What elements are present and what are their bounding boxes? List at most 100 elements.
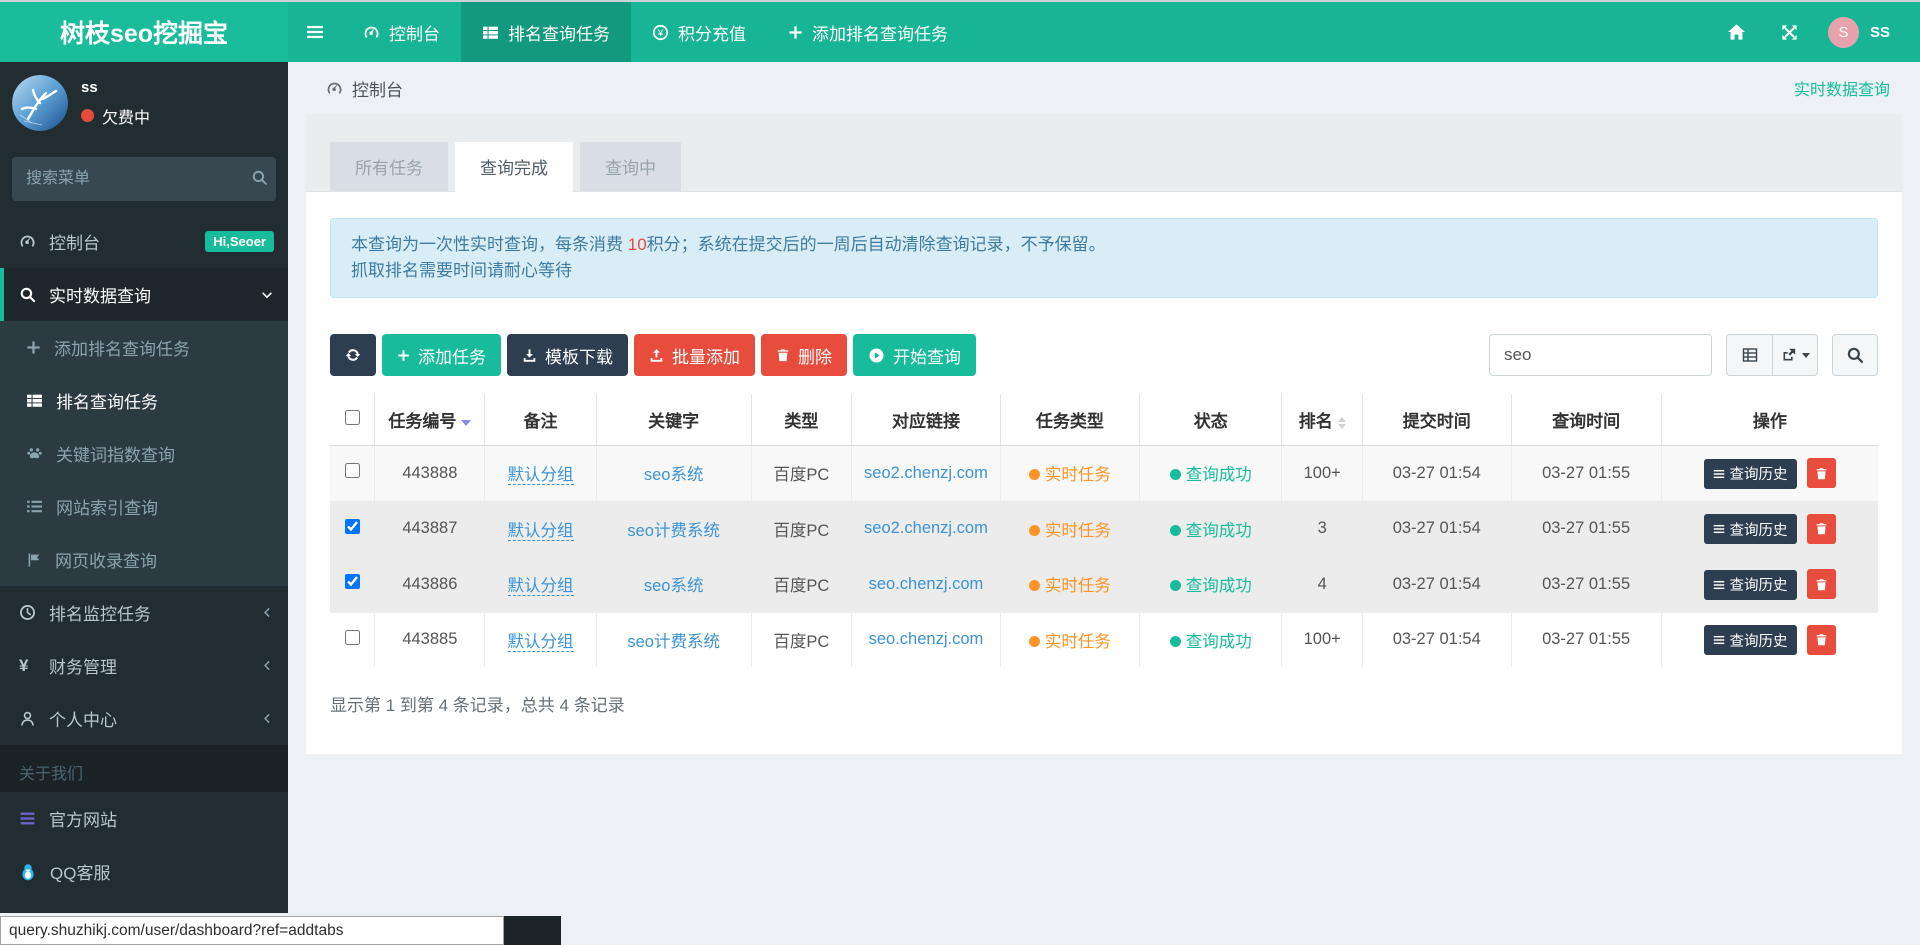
select-row-checkbox[interactable] (345, 519, 360, 534)
tab-query-finished[interactable]: 查询完成 (455, 142, 573, 192)
list-icon (19, 810, 36, 827)
sidebar-item-qq-support[interactable]: QQ客服 (0, 845, 288, 898)
column-header-submit-time[interactable]: 提交时间 (1362, 394, 1511, 446)
column-header-link[interactable]: 对应链接 (852, 394, 1001, 446)
nav-item-rank-query-tasks[interactable]: 排名查询任务 (461, 2, 631, 62)
keyword-link[interactable]: seo计费系统 (627, 633, 720, 651)
add-task-button[interactable]: 添加任务 (382, 334, 501, 376)
app-logo[interactable]: 树枝seo挖掘宝 (0, 2, 288, 62)
submit-time-cell: 03-27 01:54 (1362, 557, 1511, 613)
target-link[interactable]: seo.chenzj.com (869, 630, 984, 648)
delete-row-button[interactable] (1807, 625, 1836, 655)
table-row: 443888 默认分组 seo系统 百度PC seo2.chenzj.com 实… (330, 446, 1878, 502)
tab-all-tasks[interactable]: 所有任务 (330, 142, 448, 191)
home-icon (1727, 23, 1746, 42)
template-download-button[interactable]: 模板下载 (507, 334, 628, 376)
task-id-cell: 443887 (375, 501, 485, 557)
group-link[interactable]: 默认分组 (508, 522, 574, 541)
target-link[interactable]: seo.chenzj.com (869, 575, 984, 593)
sidebar-item-rank-query-tasks[interactable]: 排名查询任务 (0, 374, 288, 427)
pagination-summary: 显示第 1 到第 4 条记录，总共 4 条记录 (330, 691, 1878, 716)
column-header-task-type[interactable]: 任务类型 (1000, 394, 1139, 446)
menu-search-icon[interactable] (251, 169, 268, 191)
sidebar-item-add-rank-task[interactable]: 添加排名查询任务 (0, 321, 288, 374)
target-link[interactable]: seo2.chenzj.com (864, 519, 988, 537)
home-button[interactable] (1710, 2, 1763, 62)
columns-toggle-button[interactable] (1726, 334, 1772, 376)
task-id-cell: 443888 (375, 446, 485, 502)
select-row-checkbox[interactable] (345, 463, 360, 478)
export-icon (1781, 347, 1797, 363)
user-menu[interactable]: S SS (1816, 2, 1920, 62)
expand-arrows-icon (1780, 23, 1799, 42)
list-icon (1713, 523, 1725, 535)
table-icon (26, 392, 43, 409)
select-row-checkbox[interactable] (345, 630, 360, 645)
keyword-link[interactable]: seo系统 (644, 466, 704, 484)
table-search-input[interactable] (1489, 334, 1712, 376)
column-header-actions[interactable]: 操作 (1661, 394, 1878, 446)
column-header-status[interactable]: 状态 (1140, 394, 1282, 446)
status-badge: 查询成功 (1186, 577, 1252, 595)
status-dot (1170, 469, 1181, 480)
column-header-query-time[interactable]: 查询时间 (1511, 394, 1661, 446)
sidebar-item-site-index-query[interactable]: 网站索引查询 (0, 480, 288, 533)
nav-item-points-recharge[interactable]: ¥ 积分充值 (631, 2, 767, 62)
select-row-checkbox[interactable] (345, 574, 360, 589)
column-header-keyword[interactable]: 关键字 (596, 394, 751, 446)
table-row: 443885 默认分组 seo计费系统 百度PC seo.chenzj.com … (330, 612, 1878, 667)
menu-search-input[interactable] (12, 157, 276, 201)
sidebar-item-rank-monitor-tasks[interactable]: 排名监控任务 (0, 586, 288, 639)
start-query-button[interactable]: 开始查询 (853, 334, 976, 376)
account-status-label: 欠费中 (102, 104, 150, 128)
nav-item-add-rank-task[interactable]: 添加排名查询任务 (767, 2, 969, 62)
sidebar-item-page-inclusion-query[interactable]: 网页收录查询 (0, 533, 288, 586)
group-link[interactable]: 默认分组 (508, 577, 574, 596)
sidebar-item-official-site[interactable]: 官方网站 (0, 792, 288, 845)
fullscreen-button[interactable] (1763, 2, 1816, 62)
nav-item-dashboard[interactable]: 控制台 (342, 2, 461, 62)
breadcrumb-section-link[interactable]: 实时数据查询 (1794, 76, 1890, 100)
column-header-type[interactable]: 类型 (751, 394, 852, 446)
chevron-left-icon (261, 659, 274, 672)
sidebar-item-finance[interactable]: ¥ 财务管理 (0, 639, 288, 692)
target-link[interactable]: seo2.chenzj.com (864, 464, 988, 482)
delete-button[interactable]: 删除 (761, 334, 847, 376)
sidebar-item-realtime-query[interactable]: 实时数据查询 (0, 268, 288, 321)
select-all-header[interactable] (330, 394, 375, 446)
search-icon (19, 286, 36, 303)
task-type-dot (1029, 469, 1040, 480)
sidebar-item-keyword-index-query[interactable]: 关键词指数查询 (0, 427, 288, 480)
delete-row-button[interactable] (1807, 569, 1836, 599)
status-dot (1170, 525, 1181, 536)
history-button[interactable]: 查询历史 (1704, 459, 1797, 489)
keyword-link[interactable]: seo系统 (644, 577, 704, 595)
user-avatar[interactable] (12, 75, 68, 131)
history-button[interactable]: 查询历史 (1704, 570, 1797, 600)
group-link[interactable]: 默认分组 (508, 466, 574, 485)
batch-add-button[interactable]: 批量添加 (634, 334, 755, 376)
column-header-remark[interactable]: 备注 (485, 394, 596, 446)
table-search-button[interactable] (1832, 334, 1878, 376)
history-button[interactable]: 查询历史 (1704, 625, 1797, 655)
play-circle-icon (868, 347, 885, 364)
column-header-task-id[interactable]: 任务编号 (375, 394, 485, 446)
status-dot (81, 109, 94, 122)
delete-row-button[interactable] (1807, 514, 1836, 544)
sidebar-item-dashboard[interactable]: 控制台 Hi,Seoer (0, 215, 288, 268)
sidebar-toggle-button[interactable] (288, 2, 342, 62)
main-content: 控制台 实时数据查询 所有任务 查询完成 查询中 本查询为一次性实时查询，每条消… (288, 62, 1920, 945)
engine-type-cell: 百度PC (751, 501, 852, 557)
refresh-button[interactable] (330, 334, 376, 376)
column-header-rank[interactable]: 排名 (1282, 394, 1362, 446)
group-link[interactable]: 默认分组 (508, 633, 574, 652)
delete-row-button[interactable] (1807, 458, 1836, 488)
sidebar-item-profile[interactable]: 个人中心 (0, 692, 288, 745)
keyword-link[interactable]: seo计费系统 (627, 522, 720, 540)
task-type-dot (1029, 636, 1040, 647)
query-time-cell: 03-27 01:55 (1511, 557, 1661, 613)
tab-query-running[interactable]: 查询中 (580, 142, 681, 191)
history-button[interactable]: 查询历史 (1704, 514, 1797, 544)
export-button[interactable] (1772, 334, 1818, 376)
select-all-checkbox[interactable] (345, 410, 360, 425)
